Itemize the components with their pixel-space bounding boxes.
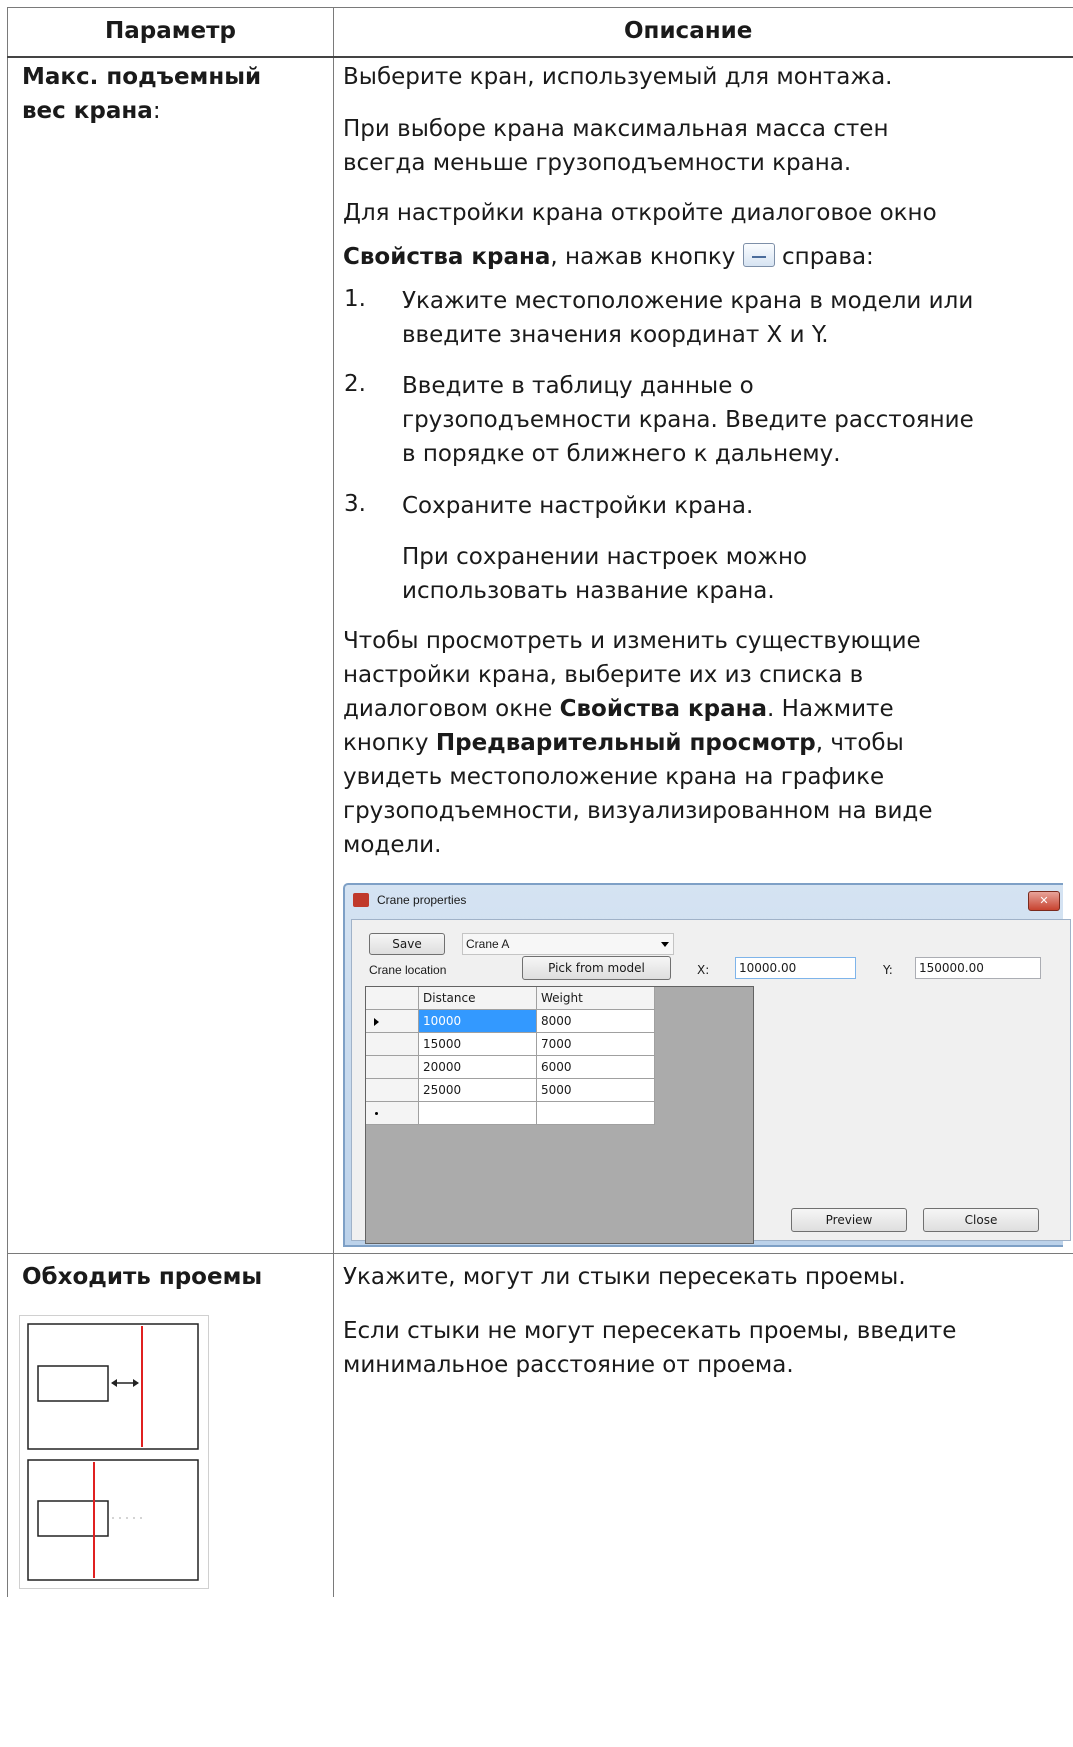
- param-crane-weight-line1: Макс. подъемный: [22, 64, 262, 90]
- step-2-l2: грузоподъемности крана. Введите расстоян…: [402, 407, 974, 433]
- step-1-number: 1.: [344, 286, 366, 312]
- dialog-app-icon: [353, 893, 369, 907]
- row-selector[interactable]: [366, 1033, 419, 1056]
- step-2-l1: Введите в таблицу данные о: [402, 373, 754, 399]
- pick-from-model-button[interactable]: Pick from model: [522, 956, 671, 980]
- new-row-asterisk-icon: [375, 1112, 378, 1115]
- chevron-down-icon: [661, 942, 669, 947]
- x-coordinate-input[interactable]: 10000.00: [735, 957, 856, 979]
- desc2-p1: Укажите, могут ли стыки пересекать проем…: [343, 1264, 906, 1290]
- desc-p3-l2: Свойства крана, нажав кнопку справа:: [343, 243, 874, 270]
- grid-new-row-weight[interactable]: [537, 1102, 655, 1125]
- grid-header-weight[interactable]: Weight: [537, 987, 655, 1010]
- desc2-p2-l2: минимальное расстояние от проема.: [343, 1352, 794, 1378]
- desc2-p2-l1: Если стыки не могут пересекать проемы, в…: [343, 1318, 957, 1344]
- desc-p4-l3: диалоговом окне Свойства крана. Нажмите: [343, 696, 894, 722]
- step-3-number: 3.: [344, 491, 366, 517]
- header-description: Описание: [624, 18, 753, 44]
- save-button[interactable]: Save: [369, 933, 445, 955]
- y-coordinate-input[interactable]: 150000.00: [915, 957, 1041, 979]
- grid-cell-weight-4[interactable]: 5000: [537, 1079, 655, 1102]
- openings-diagram-icon: [27, 1323, 199, 1581]
- close-button[interactable]: Close: [923, 1208, 1039, 1232]
- crane-select-value: Crane A: [466, 937, 510, 951]
- dialog-title: Crane properties: [377, 893, 467, 907]
- new-row-selector[interactable]: [366, 1102, 419, 1125]
- row-selector-current[interactable]: [366, 1010, 419, 1033]
- row-selector[interactable]: [366, 1056, 419, 1079]
- row-selector[interactable]: [366, 1079, 419, 1102]
- header-param: Параметр: [105, 18, 236, 44]
- crane-location-label: Crane location: [369, 963, 447, 977]
- grid-cell-distance-4[interactable]: 25000: [419, 1079, 537, 1102]
- desc-p4-l4: кнопку Предварительный просмотр, чтобы: [343, 730, 904, 756]
- grid-cell-distance-2[interactable]: 15000: [419, 1033, 537, 1056]
- preview-button[interactable]: Preview: [791, 1208, 907, 1232]
- grid-cell-weight-1[interactable]: 8000: [537, 1010, 655, 1033]
- grid-header-distance[interactable]: Distance: [419, 987, 537, 1010]
- current-row-arrow-icon: [374, 1018, 379, 1026]
- grid-cell-distance-1[interactable]: 10000: [419, 1010, 537, 1033]
- desc-p3-l1: Для настройки крана откройте диалоговое …: [343, 200, 937, 226]
- desc-p4-l6: грузоподъемности, визуализированном на в…: [343, 798, 933, 824]
- desc-p4-l7: модели.: [343, 832, 442, 858]
- x-label: X:: [697, 963, 710, 977]
- step-2-l3: в порядке от ближнего к дальнему.: [402, 441, 841, 467]
- openings-illustration: [19, 1315, 209, 1589]
- param-bypass-openings: Обходить проемы: [22, 1264, 263, 1290]
- step-1-l2: введите значения координат X и Y.: [402, 322, 829, 348]
- param-crane-weight-line2: вес крана:: [22, 98, 161, 124]
- grid-cell-distance-3[interactable]: 20000: [419, 1056, 537, 1079]
- step-1-l1: Укажите местоположение крана в модели ил…: [402, 288, 974, 314]
- step-3-l1: Сохраните настройки крана.: [402, 493, 754, 519]
- table-border-mid: [333, 7, 334, 1597]
- desc-p2-l1: При выборе крана максимальная масса стен: [343, 116, 889, 142]
- table-border-left: [7, 7, 8, 1597]
- crane-dialog-clip: Crane properties ✕ Save Crane A Crane lo…: [343, 883, 1073, 1247]
- desc-p4-l5: увидеть местоположение крана на графике: [343, 764, 885, 790]
- grid-cell-weight-2[interactable]: 7000: [537, 1033, 655, 1056]
- y-label: Y:: [883, 963, 893, 977]
- grid-new-row-distance[interactable]: [419, 1102, 537, 1125]
- note-l2: использовать название крана.: [402, 578, 775, 604]
- grid-corner: [366, 987, 419, 1010]
- desc-p2-l2: всегда меньше грузоподъемности крана.: [343, 150, 852, 176]
- dialog-close-button[interactable]: ✕: [1028, 891, 1060, 911]
- crane-select[interactable]: Crane A: [462, 933, 674, 955]
- table-border-top: [7, 7, 1073, 8]
- desc-p4-l2: настройки крана, выберите их из списка в: [343, 662, 864, 688]
- step-2-number: 2.: [344, 371, 366, 397]
- grid-cell-weight-3[interactable]: 6000: [537, 1056, 655, 1079]
- ellipsis-button-icon: [742, 243, 775, 267]
- close-x-icon: ✕: [1039, 894, 1049, 907]
- desc-p1: Выберите кран, используемый для монтажа.: [343, 64, 893, 90]
- note-l1: При сохранении настроек можно: [402, 544, 808, 570]
- desc-p4-l1: Чтобы просмотреть и изменить существующи…: [343, 628, 921, 654]
- header-divider: [7, 56, 1073, 58]
